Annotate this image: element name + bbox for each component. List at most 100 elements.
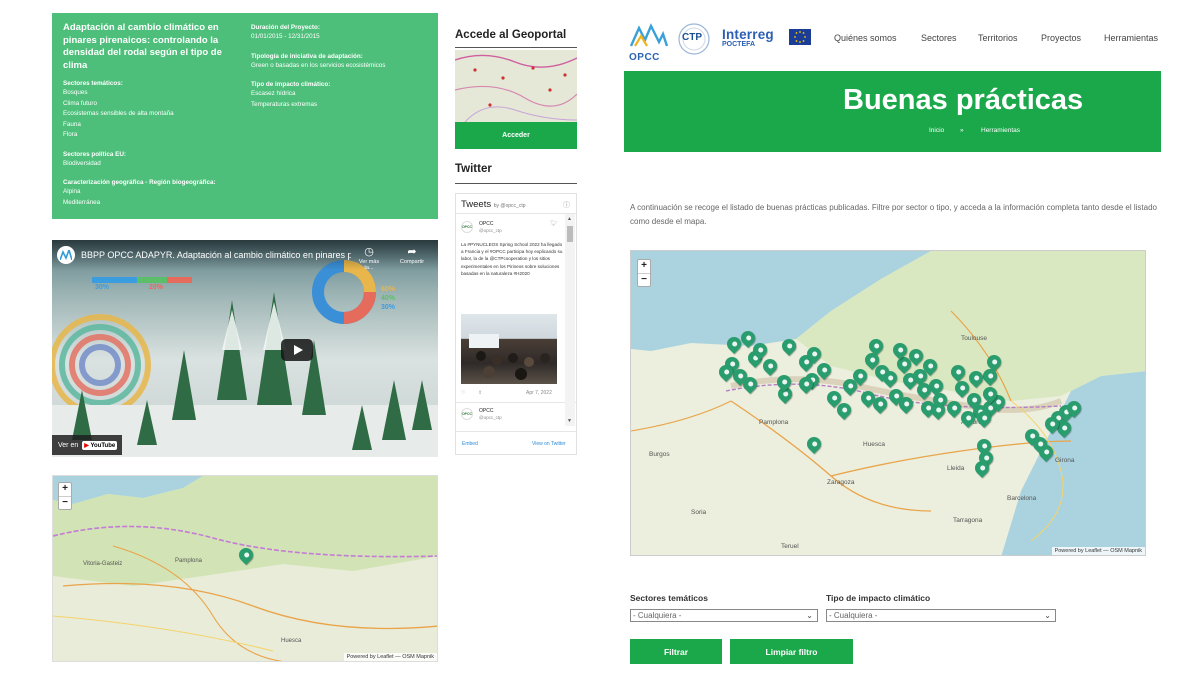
map-city-label: Zaragoza [827,479,855,486]
breadcrumb-home[interactable]: Inicio [929,127,944,134]
divider [455,47,577,48]
opcc-logo[interactable]: OPCC [629,22,669,63]
tweets-title: Tweets by @opcc_ctp [461,199,526,210]
map-city-label: Soria [691,509,707,516]
practice-title: Adaptación al cambio climático en pinare… [63,22,222,71]
youtube-video-player[interactable]: 30% 20% 60% 40% 30% BBPP OPCC ADAPYR. Ad… [52,240,438,457]
divider [455,183,577,184]
impact-filter-select[interactable]: - Cualquiera - ⌄ [826,609,1056,622]
avatar[interactable]: OPCC [461,221,473,233]
zoom-control: + − [637,259,651,287]
sector-filter-value: - Cualquiera - [633,611,682,620]
twitter-timeline-widget[interactable]: Tweets by @opcc_ctp ⓘ OPCC OPCC @opcc_ct… [455,193,577,455]
map-tiles [53,476,437,661]
twitter-bird-icon: 🐦︎ [550,221,558,227]
zoom-control: + − [58,482,72,510]
zoom-out-button[interactable]: − [59,496,71,509]
scrollbar-thumb[interactable] [567,226,573,242]
page-title: Buenas prácticas [843,84,1084,116]
tweet-photo-image [469,334,550,380]
clear-filter-button[interactable]: Limpiar filtro [730,639,853,664]
nav-item-sectores[interactable]: Sectores [921,33,957,43]
opcc-logo-icon [60,250,72,260]
map-city-label: Lleida [947,465,965,472]
geoportal-access-button[interactable]: Acceder [455,122,577,149]
embed-link[interactable]: Embed [462,441,478,447]
duration-heading: Duración del Proyecto: [251,24,320,31]
geoportal-map-image [455,50,577,122]
tweet-author-handle[interactable]: @opcc_ctp [479,228,502,233]
play-button[interactable] [281,339,313,361]
scroll-up-icon[interactable]: ▲ [567,216,572,222]
view-on-twitter-link[interactable]: View on Twitter [532,441,566,447]
map-city-label: Toulouse [961,335,988,342]
geo-heading: Caracterización geográfica - Región biog… [63,179,216,186]
watch-later-label: Ver más ta... [358,259,380,271]
nav-item-quienes-somos[interactable]: Quiénes somos [834,33,897,43]
map-city-label: Barcelona [1007,495,1037,502]
zoom-out-button[interactable]: − [638,273,650,286]
nav-item-territorios[interactable]: Territorios [978,33,1018,43]
tweet-text: La #PYNUCLEOS Spring School 2022 ha lleg… [461,242,563,276]
map-city-label: Huesca [281,638,302,644]
geoportal-thumbnail[interactable] [455,50,577,122]
sector-item: Fauna [63,120,81,128]
hero-banner: Buenas prácticas Inicio » Herramientas [624,71,1161,152]
sector-filter-select[interactable]: - Cualquiera - ⌄ [630,609,818,622]
impact-item: Escasez hídrica [251,90,296,97]
interreg-logo[interactable]: Interreg POCTEFA [722,27,774,48]
like-icon[interactable]: ♡ [461,390,465,396]
poctefa-logo-text: POCTEFA [722,41,756,48]
share-tweet-icon[interactable]: ⇪ [478,390,482,396]
youtube-logo-icon: ▶ YouTube [82,440,118,450]
share-button[interactable]: ➦ Compartir [397,245,427,265]
tweet-date[interactable]: Apr 7, 2022 [526,390,552,396]
overlay-percent: 40% [381,295,396,302]
twitter-heading: Twitter [455,163,492,175]
sector-item: Clima futuro [63,99,97,107]
divider [456,402,576,403]
duration-value: 01/01/2015 - 12/31/2015 [251,33,320,40]
zoom-in-button[interactable]: + [59,483,71,496]
nav-item-proyectos[interactable]: Proyectos [1041,33,1081,43]
practices-map[interactable]: + − Toulouse Burgos Zaragoza Huesca Llei… [630,250,1146,556]
tweet-author-name[interactable]: OPCC [479,221,493,227]
overlay-percent: 20% [149,284,164,291]
sectors-heading: Sectores temáticos: [63,80,123,87]
geo-item: Mediterránea [63,198,101,206]
map-city-label: Pamplona [759,419,789,426]
filter-button[interactable]: Filtrar [630,639,722,664]
video-title[interactable]: BBPP OPCC ADAPYR. Adaptación al cambio c… [81,250,351,260]
info-icon[interactable]: ⓘ [563,200,570,210]
tweet-photo[interactable] [461,314,557,384]
channel-avatar[interactable] [57,246,75,264]
ctp-logo[interactable]: CTP [676,22,712,56]
map-attribution[interactable]: Powered by Leaflet — OSM Mapnik [343,653,437,661]
typology-value: Green o basadas en los servicios ecosist… [251,61,386,69]
scrollbar[interactable]: ▲ ▼ [565,214,575,426]
sector-item: Ecosistemas sensibles de alta montaña [63,110,174,117]
zoom-in-button[interactable]: + [638,260,650,273]
breadcrumb-separator: » [960,127,964,134]
practice-location-map[interactable]: + − Vitoria-Gasteiz Pamplona Huesca Powe… [52,475,438,662]
opcc-mountains-icon [629,23,669,47]
ctp-logo-text: CTP [682,32,702,43]
watch-on-youtube-button[interactable]: Ver en ▶ YouTube [52,435,122,455]
tweet-author-handle[interactable]: @opcc_ctp [479,415,502,420]
info-right-column: Duración del Proyecto: 01/01/2015 - 12/3… [251,22,431,110]
eu-policy-item: Biodiversidad [63,159,101,167]
scroll-down-icon[interactable]: ▼ [567,418,572,424]
impact-filter-value: - Cualquiera - [829,611,878,620]
nav-item-herramientas[interactable]: Herramientas [1104,33,1160,43]
watch-later-button[interactable]: ◷ Ver más ta... [354,245,384,271]
tweet-author-name[interactable]: OPCC [479,408,493,414]
sector-filter-label: Sectores temáticos [630,593,708,603]
share-label: Compartir [399,259,425,265]
divider [456,431,576,432]
map-attribution[interactable]: Powered by Leaflet — OSM Mapnik [1051,547,1145,555]
divider [456,213,576,214]
map-city-label: Huesca [863,441,886,448]
interreg-logo-text: Interreg [722,27,774,42]
map-city-label: Pamplona [175,558,203,564]
avatar[interactable]: OPCC [461,408,473,420]
